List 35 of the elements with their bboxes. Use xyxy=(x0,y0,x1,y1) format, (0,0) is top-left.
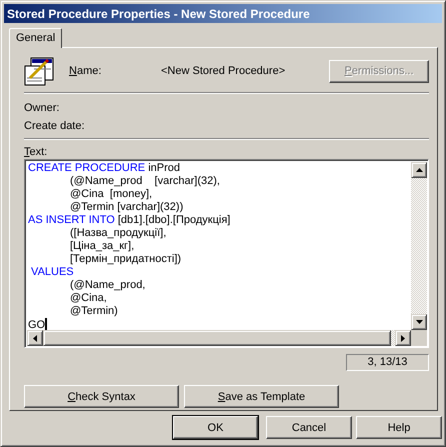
window-title: Stored Procedure Properties - New Stored Procedure xyxy=(4,4,442,23)
code-line: @Termin) xyxy=(69,305,119,318)
code-line: @Cina [money], xyxy=(69,188,154,201)
scroll-up-icon xyxy=(416,168,422,172)
code-line: CREATE PROCEDURE inProd xyxy=(28,162,182,175)
scroll-down-icon xyxy=(416,320,422,324)
owner-label: Owner: xyxy=(24,102,60,114)
dialog-button[interactable]: Cancel xyxy=(266,416,352,439)
code-line: (@Name_prod, xyxy=(69,279,146,292)
code-line: [Термін_придатності]) xyxy=(69,253,182,266)
tab[interactable]: General xyxy=(9,28,62,48)
code-line: [Ціна_за_кг], xyxy=(69,240,136,253)
dialog-button[interactable]: OK xyxy=(173,416,258,439)
create-date-label: Create date: xyxy=(24,120,86,132)
code-line: GO xyxy=(28,318,48,330)
panel-button[interactable]: Check Syntax xyxy=(24,385,179,408)
name-value: <New Stored Procedure> xyxy=(161,65,286,77)
panel-button[interactable]: Save as Template xyxy=(184,385,339,408)
text-label: Text: xyxy=(24,146,48,158)
code-line: AS INSERT INTO [db1].[dbo].[Продукція] xyxy=(28,214,232,227)
procedure-icon xyxy=(24,56,54,86)
code-editor[interactable] xyxy=(24,159,429,348)
dialog-button[interactable]: Help xyxy=(356,416,442,439)
vertical-scrollbar[interactable] xyxy=(411,162,427,330)
scroll-left-icon xyxy=(33,334,37,342)
code-line: @Cina, xyxy=(69,292,108,305)
name-label: Name: xyxy=(69,65,102,77)
cursor-position: 3, 13/13 xyxy=(346,354,429,371)
code-line: VALUES xyxy=(30,266,75,279)
scrollbar-corner xyxy=(411,330,427,346)
code-line: @Termin [varchar](32)) xyxy=(69,201,184,214)
scroll-right-icon xyxy=(401,334,405,342)
code-line: ([Назва_продукції], xyxy=(69,227,168,240)
horizontal-scrollbar[interactable] xyxy=(27,330,411,346)
code-line: (@Name_prod [varchar](32), xyxy=(69,175,221,188)
